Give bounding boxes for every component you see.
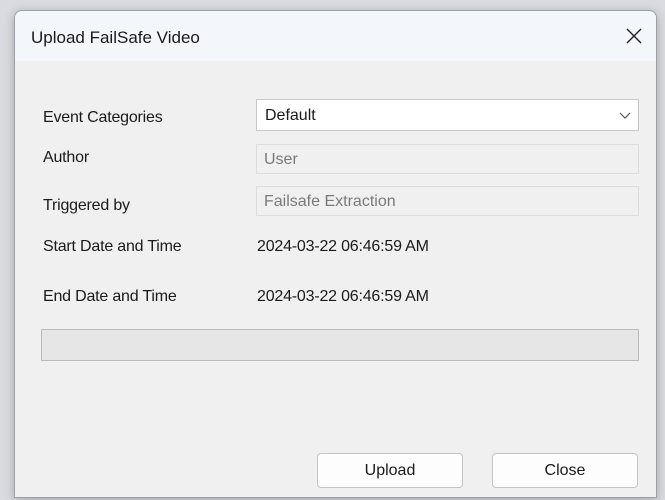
end-datetime-label: End Date and Time <box>43 288 177 305</box>
triggered-by-field: Failsafe Extraction <box>256 186 639 216</box>
triggered-by-label: Triggered by <box>43 197 130 214</box>
title-bar: Upload FailSafe Video <box>15 11 656 61</box>
event-categories-value: Default <box>265 107 316 124</box>
event-categories-select[interactable]: Default <box>256 99 639 131</box>
title-close-button[interactable] <box>616 19 652 53</box>
author-field: User <box>256 144 639 174</box>
close-icon <box>626 28 642 44</box>
start-datetime-label: Start Date and Time <box>43 238 182 255</box>
close-button[interactable]: Close <box>492 453 638 488</box>
dialog-title: Upload FailSafe Video <box>31 28 200 47</box>
end-datetime-value: 2024-03-22 06:46:59 AM <box>257 288 429 305</box>
upload-failsafe-video-dialog: Upload FailSafe Video Event Categories D… <box>14 10 657 498</box>
chevron-down-icon <box>619 112 631 119</box>
author-label: Author <box>43 149 89 166</box>
author-value: User <box>264 151 298 168</box>
upload-progress-bar <box>41 329 639 361</box>
start-datetime-value: 2024-03-22 06:46:59 AM <box>257 238 429 255</box>
event-categories-label: Event Categories <box>43 109 163 126</box>
upload-button[interactable]: Upload <box>317 453 463 488</box>
triggered-by-value: Failsafe Extraction <box>264 193 396 210</box>
